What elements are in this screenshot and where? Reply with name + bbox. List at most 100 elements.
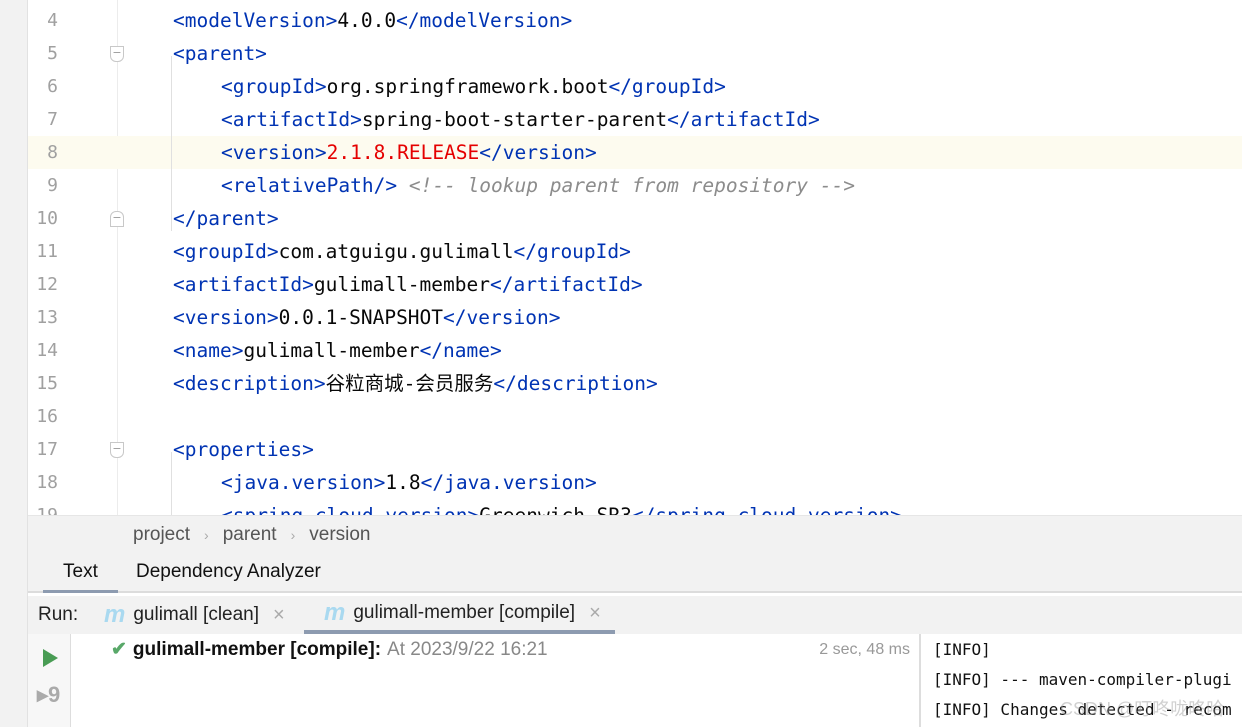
fold-close-icon[interactable]: − bbox=[110, 211, 124, 227]
token-cm: <!-- lookup parent from repository --> bbox=[408, 174, 855, 197]
token-tx: org.springframework.boot bbox=[326, 75, 609, 98]
code-line[interactable]: 17 − <properties> bbox=[28, 433, 1242, 466]
line-number: 5 bbox=[47, 43, 58, 64]
tree-item-build[interactable]: ✔ gulimall-member [compile]: At 2023/9/2… bbox=[111, 638, 548, 661]
code-text: <version>2.1.8.RELEASE</version> bbox=[221, 136, 597, 169]
maven-icon: m bbox=[324, 599, 346, 626]
code-line[interactable]: 18 <java.version>1.8</java.version> bbox=[28, 466, 1242, 499]
code-text: <spring-cloud.version>Greenwich.SR3</spr… bbox=[221, 499, 902, 515]
token-tag: <version> bbox=[173, 306, 279, 329]
code-text: <modelVersion>4.0.0</modelVersion> bbox=[173, 4, 572, 37]
token-tx: 0.0.1-SNAPSHOT bbox=[278, 306, 444, 329]
token-tag: </parent> bbox=[173, 207, 279, 230]
line-number: 6 bbox=[47, 76, 58, 97]
code-line[interactable]: 13 <version>0.0.1-SNAPSHOT</version> bbox=[28, 301, 1242, 334]
code-line[interactable]: 15 <description>谷粒商城-会员服务</description> bbox=[28, 367, 1242, 400]
code-line[interactable]: 10 − </parent> bbox=[28, 202, 1242, 235]
chevron-right-icon: › bbox=[290, 526, 296, 543]
token-tag: </spring-cloud.version> bbox=[632, 504, 902, 515]
line-number: 13 bbox=[36, 307, 58, 328]
watermark: CSDN @叮咚咙咚哈 bbox=[1060, 699, 1225, 719]
token-tag: <description> bbox=[173, 372, 326, 395]
console-line: [INFO] --- maven-compiler-plugi bbox=[933, 670, 1232, 689]
code-text: <relativePath/> <!-- lookup parent from … bbox=[221, 169, 855, 202]
line-number: 10 bbox=[36, 208, 58, 229]
breadcrumb-item-parent[interactable]: parent bbox=[223, 524, 277, 546]
check-icon: ✔ bbox=[111, 639, 127, 660]
code-line[interactable]: 4 <modelVersion>4.0.0</modelVersion> bbox=[28, 4, 1242, 37]
token-tag: <java.version> bbox=[221, 471, 386, 494]
token-tx: Greenwich.SR3 bbox=[479, 504, 632, 515]
code-line[interactable]: 8 <version>2.1.8.RELEASE</version> bbox=[28, 136, 1242, 169]
token-tag: <artifactId> bbox=[221, 108, 362, 131]
token-tag: </version> bbox=[479, 141, 597, 164]
breadcrumb-item-version[interactable]: version bbox=[309, 524, 370, 546]
token-tag: <version> bbox=[221, 141, 327, 164]
rerun-failed-icon[interactable]: ▸9 bbox=[37, 682, 60, 708]
token-tx: 4.0.0 bbox=[337, 9, 397, 32]
run-tab-gulimall-clean[interactable]: m gulimall [clean] × bbox=[104, 596, 285, 634]
token-tag: <spring-cloud.version> bbox=[221, 504, 479, 515]
maven-icon: m bbox=[104, 601, 126, 628]
run-tab-label: gulimall-member [compile] bbox=[353, 602, 576, 623]
code-editor[interactable]: 4 <modelVersion>4.0.0</modelVersion> 5 − <pa… bbox=[28, 0, 1242, 515]
token-tx: 谷粒商城-会员服务 bbox=[325, 372, 494, 395]
run-label: Run: bbox=[38, 604, 79, 625]
token-tag: </modelVersion> bbox=[396, 9, 573, 32]
code-text: <description>谷粒商城-会员服务</description> bbox=[173, 367, 658, 400]
code-line[interactable]: 9 <relativePath/> <!-- lookup parent from… bbox=[28, 169, 1242, 202]
code-line[interactable]: 12 <artifactId>gulimall-member</artifactI… bbox=[28, 268, 1242, 301]
line-number: 4 bbox=[47, 10, 58, 31]
line-number: 14 bbox=[36, 340, 58, 361]
run-side-toolbar: ▸9 bbox=[28, 634, 71, 727]
breadcrumb: project › parent › version bbox=[28, 515, 1242, 553]
code-line[interactable]: 14 <name>gulimall-member</name> bbox=[28, 334, 1242, 367]
token-tag: <artifactId> bbox=[173, 273, 314, 296]
fold-open-icon[interactable]: − bbox=[110, 442, 124, 458]
code-line[interactable]: 19 <spring-cloud.version>Greenwich.SR3</s… bbox=[28, 499, 1242, 515]
token-tag: </java.version> bbox=[420, 471, 597, 494]
token-tag: </name> bbox=[419, 339, 502, 362]
code-line[interactable]: 16 bbox=[28, 400, 1242, 433]
build-tree: ✔ gulimall-member [compile]: At 2023/9/2… bbox=[71, 634, 919, 727]
line-number: 9 bbox=[47, 175, 58, 196]
code-line[interactable]: 5 − <parent> bbox=[28, 37, 1242, 70]
code-text: <groupId>com.atguigu.gulimall</groupId> bbox=[173, 235, 631, 268]
tab-text[interactable]: Text bbox=[43, 561, 118, 593]
code-text: <name>gulimall-member</name> bbox=[173, 334, 502, 367]
token-tag: </artifactId> bbox=[490, 273, 643, 296]
token-tag: <groupId> bbox=[173, 240, 279, 263]
chevron-right-icon: › bbox=[204, 526, 209, 543]
code-line[interactable]: 7 <artifactId>spring-boot-starter-parent<… bbox=[28, 103, 1242, 136]
line-number: 19 bbox=[28, 499, 58, 515]
code-line[interactable]: 6 <groupId>org.springframework.boot</grou… bbox=[28, 70, 1242, 103]
token-tag: <properties> bbox=[173, 438, 314, 461]
line-number: 16 bbox=[36, 406, 58, 427]
fold-open-icon[interactable]: − bbox=[110, 46, 124, 62]
token-tx: 1.8 bbox=[385, 471, 421, 494]
line-number: 8 bbox=[47, 142, 58, 163]
code-line[interactable]: 11 <groupId>com.atguigu.gulimall</groupId… bbox=[28, 235, 1242, 268]
code-text: </parent> bbox=[173, 202, 279, 235]
token-red: 2.1.8.RELEASE bbox=[326, 141, 480, 164]
breadcrumb-item-project[interactable]: project bbox=[133, 524, 190, 546]
run-tab-gulimall-member-compile[interactable]: m gulimall-member [compile] × bbox=[304, 596, 615, 634]
token-tag: </groupId> bbox=[608, 75, 726, 98]
run-toolbar: Run: m gulimall [clean] × m gulimall-mem… bbox=[28, 596, 1242, 634]
line-number: 17 bbox=[36, 439, 58, 460]
left-tool-strip bbox=[0, 0, 28, 727]
code-text: <groupId>org.springframework.boot</group… bbox=[221, 70, 726, 103]
close-icon[interactable]: × bbox=[273, 604, 285, 627]
close-icon[interactable]: × bbox=[589, 602, 601, 625]
token-tx: gulimall-member bbox=[313, 273, 490, 296]
token-tx bbox=[397, 174, 409, 197]
code-text: <artifactId>spring-boot-starter-parent</… bbox=[221, 103, 820, 136]
tab-dependency-analyzer[interactable]: Dependency Analyzer bbox=[136, 561, 321, 593]
rerun-play-icon[interactable] bbox=[41, 648, 59, 668]
token-tx: com.atguigu.gulimall bbox=[278, 240, 514, 263]
line-number: 7 bbox=[47, 109, 58, 130]
token-tag: <modelVersion> bbox=[173, 9, 338, 32]
token-tag: </description> bbox=[493, 372, 658, 395]
build-duration: 2 sec, 48 ms bbox=[819, 641, 910, 658]
build-title: gulimall-member [compile]: bbox=[132, 638, 382, 660]
